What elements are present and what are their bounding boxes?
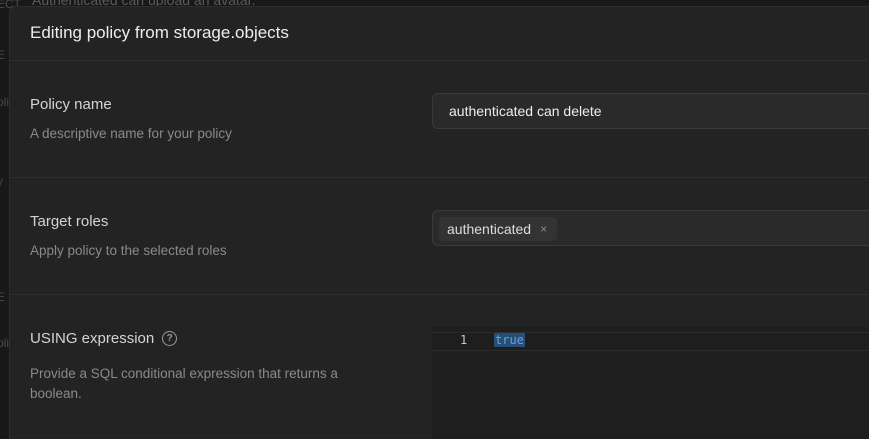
policy-name-value: authenticated can delete (449, 103, 602, 119)
target-roles-select[interactable]: authenticated × (432, 210, 869, 246)
using-expression-label: USING expression (30, 330, 155, 347)
background-edge-text: y (0, 174, 3, 188)
background-edge-text: E (0, 48, 6, 62)
target-roles-section: Target roles Apply policy to the selecte… (10, 178, 869, 295)
target-roles-label: Target roles (30, 213, 109, 230)
policy-name-section: Policy name A descriptive name for your … (10, 61, 869, 178)
using-expression-label-row: USING expression ? (30, 330, 178, 347)
policy-name-input[interactable]: authenticated can delete (432, 93, 869, 129)
background-edge-text: oli (0, 336, 10, 350)
sql-code-editor[interactable]: 1 true (432, 327, 869, 439)
using-expression-description: Provide a SQL conditional expression tha… (30, 366, 338, 401)
role-chip-authenticated: authenticated × (439, 217, 558, 241)
close-icon[interactable]: × (540, 222, 547, 236)
target-roles-description: Apply policy to the selected roles (30, 243, 227, 258)
help-circle-icon[interactable]: ? (162, 331, 178, 346)
edit-policy-panel: Editing policy from storage.objects Poli… (9, 6, 869, 439)
policy-name-description: A descriptive name for your policy (30, 126, 232, 141)
line-number: 1 (460, 333, 468, 347)
role-chip-label: authenticated (447, 221, 532, 237)
panel-title: Editing policy from storage.objects (30, 23, 289, 42)
background-edge-text: E (0, 290, 6, 304)
policy-name-label: Policy name (30, 96, 112, 113)
panel-header: Editing policy from storage.objects (10, 7, 869, 61)
code-text[interactable]: true (494, 333, 525, 347)
background-edge-text: oli (0, 95, 10, 109)
